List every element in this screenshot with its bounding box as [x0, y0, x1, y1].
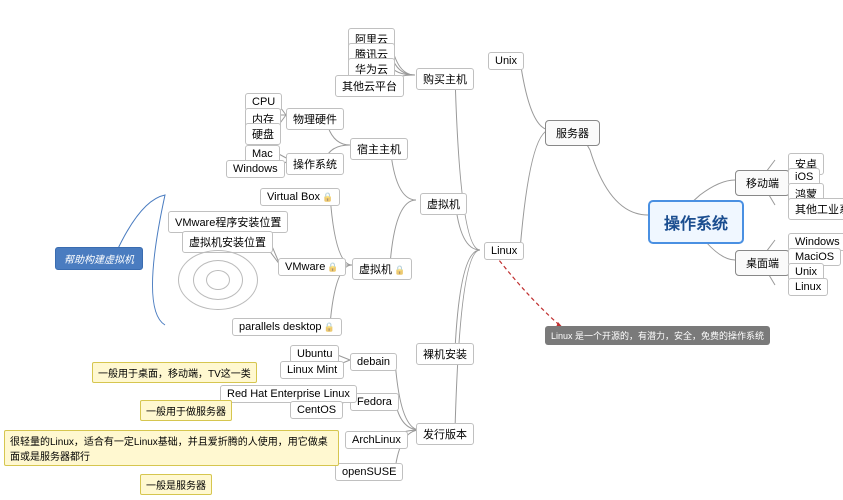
node-debian[interactable]: debain	[350, 353, 397, 371]
node-vm[interactable]: 虚拟机	[420, 193, 467, 215]
note-debian: 一般用于桌面，移动端，TV这一类	[92, 362, 257, 383]
node-hw[interactable]: 物理硬件	[286, 108, 344, 130]
node-arch[interactable]: ArchLinux	[345, 431, 408, 449]
annotation-linux: Linux 是一个开源的，有潜力，安全，免费的操作系统	[545, 326, 770, 345]
node-vmloc[interactable]: 虚拟机安装位置	[182, 231, 273, 253]
node-centos[interactable]: CentOS	[290, 401, 343, 419]
note-suse: 一般是服务器	[140, 474, 212, 495]
node-vbox[interactable]: Virtual Box	[260, 188, 340, 206]
node-d-linux[interactable]: Linux	[788, 278, 828, 296]
node-vminst[interactable]: VMware程序安装位置	[168, 211, 288, 233]
node-bare[interactable]: 裸机安装	[416, 343, 474, 365]
node-desktop[interactable]: 桌面端	[735, 250, 790, 276]
note-arch: 很轻量的Linux，适合有一定Linux基础，并且爱折腾的人使用，用它做桌面或是…	[4, 430, 339, 466]
node-host[interactable]: 宿主主机	[350, 138, 408, 160]
node-vm2[interactable]: 虚拟机	[352, 258, 412, 280]
root-node[interactable]: 操作系统	[648, 200, 744, 244]
node-unix[interactable]: Unix	[488, 52, 524, 70]
node-mint[interactable]: Linux Mint	[280, 361, 344, 379]
node-os[interactable]: 操作系统	[286, 153, 344, 175]
vm-diagram-inner	[206, 270, 230, 290]
node-vmware[interactable]: VMware	[278, 258, 346, 276]
node-fedora[interactable]: Fedora	[350, 393, 399, 411]
node-mobile[interactable]: 移动端	[735, 170, 790, 196]
node-pd[interactable]: parallels desktop	[232, 318, 342, 336]
node-win[interactable]: Windows	[226, 160, 285, 178]
node-disk[interactable]: 硬盘	[245, 123, 281, 145]
node-otherindustrial[interactable]: 其他工业系统	[788, 198, 843, 220]
node-linux[interactable]: Linux	[484, 242, 524, 260]
note-fedora: 一般用于做服务器	[140, 400, 232, 421]
callout-vm: 帮助构建虚拟机	[55, 247, 143, 270]
node-suse[interactable]: openSUSE	[335, 463, 403, 481]
node-buyhost[interactable]: 购买主机	[416, 68, 474, 90]
node-dist[interactable]: 发行版本	[416, 423, 474, 445]
node-othercloud[interactable]: 其他云平台	[335, 75, 404, 97]
node-server[interactable]: 服务器	[545, 120, 600, 146]
